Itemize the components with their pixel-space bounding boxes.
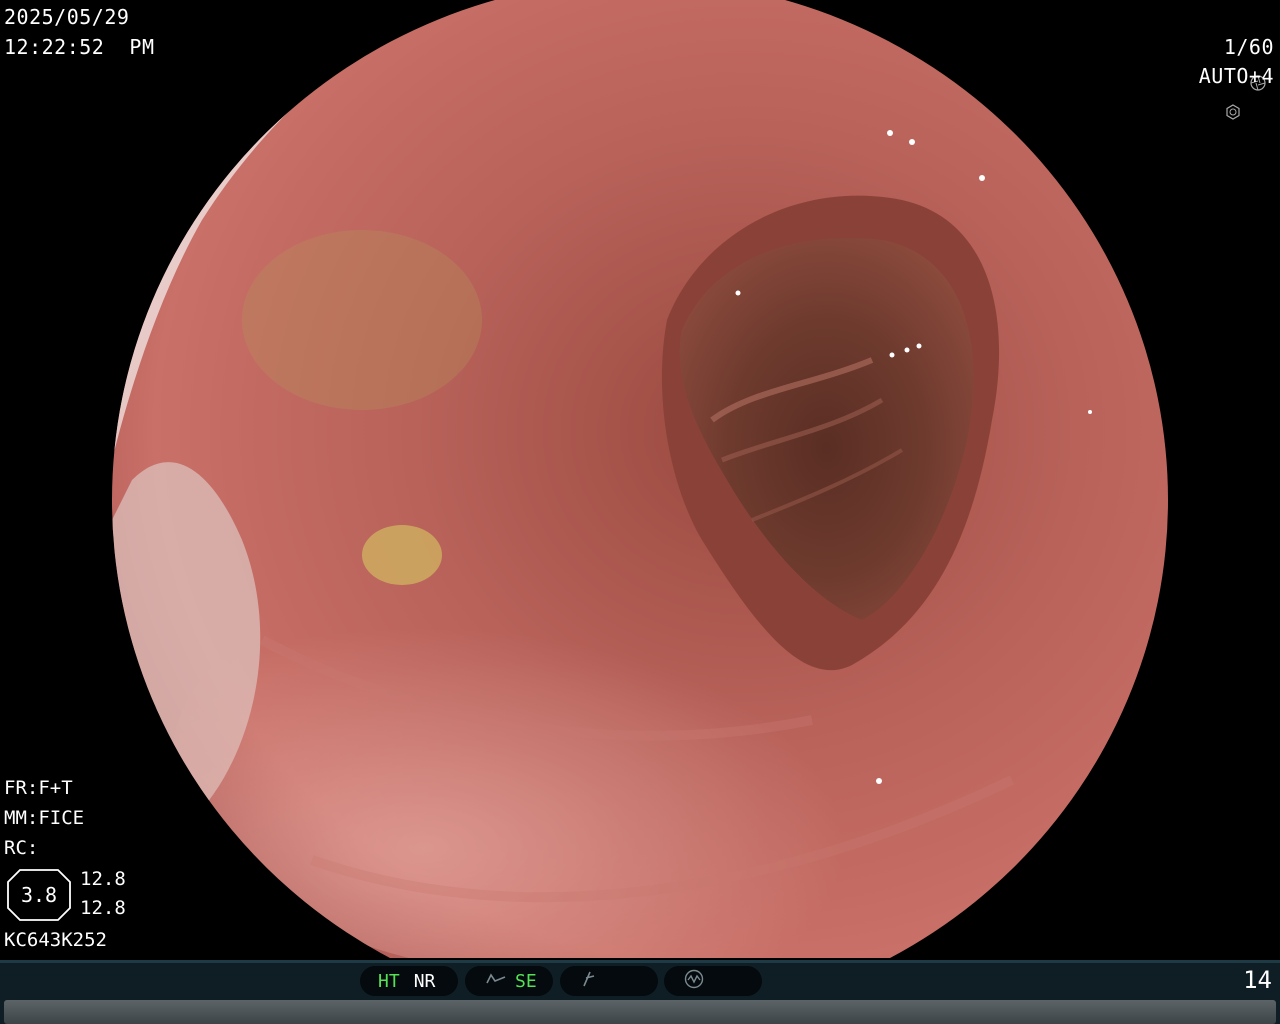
serial-number: KC643K252	[4, 929, 107, 951]
ratio-badge-value: 3.8	[20, 883, 58, 907]
page-number: 14	[1243, 966, 1272, 994]
iris-readout: AUTO+4	[1175, 61, 1274, 120]
shutter-icon	[1200, 39, 1266, 91]
ratio-value-bottom: 12.8	[80, 897, 126, 919]
ht-indicator: HT	[378, 970, 400, 992]
wave-icon	[678, 969, 704, 994]
status-bar: HT NR SE 14	[0, 960, 1280, 1024]
status-pill-ht-nr: HT NR	[360, 966, 458, 996]
setting-rc: RC:	[4, 837, 39, 859]
shutter-value: 1/60	[1223, 35, 1274, 59]
colon-lumen-illustration	[112, 0, 1168, 958]
nr-indicator: NR	[413, 970, 436, 992]
status-pill-mode	[560, 966, 658, 996]
slash-icon	[574, 970, 598, 993]
se-indicator: SE	[515, 970, 537, 992]
status-pill-se: SE	[465, 966, 553, 996]
ratio-values: 12.8 12.8	[80, 865, 126, 923]
shutter-readout: 1/60	[1200, 32, 1274, 91]
processing-settings: FR:F+T MM:FICE RC:	[4, 773, 84, 863]
status-bar-bottom-strip	[4, 1000, 1276, 1024]
ratio-badge: 3.8	[6, 868, 72, 922]
endoscope-image	[112, 0, 1168, 958]
status-bar-divider	[0, 960, 1280, 963]
signal-icon	[479, 971, 507, 992]
iris-icon	[1175, 68, 1240, 120]
time-readout: 12:22:52 PM	[4, 35, 155, 59]
setting-mm: MM:FICE	[4, 807, 85, 829]
status-pill-wave	[664, 966, 762, 996]
iris-value: AUTO+4	[1198, 64, 1274, 88]
setting-fr: FR:F+T	[4, 777, 73, 799]
ratio-value-top: 12.8	[80, 868, 126, 890]
date-readout: 2025/05/29	[4, 5, 130, 29]
